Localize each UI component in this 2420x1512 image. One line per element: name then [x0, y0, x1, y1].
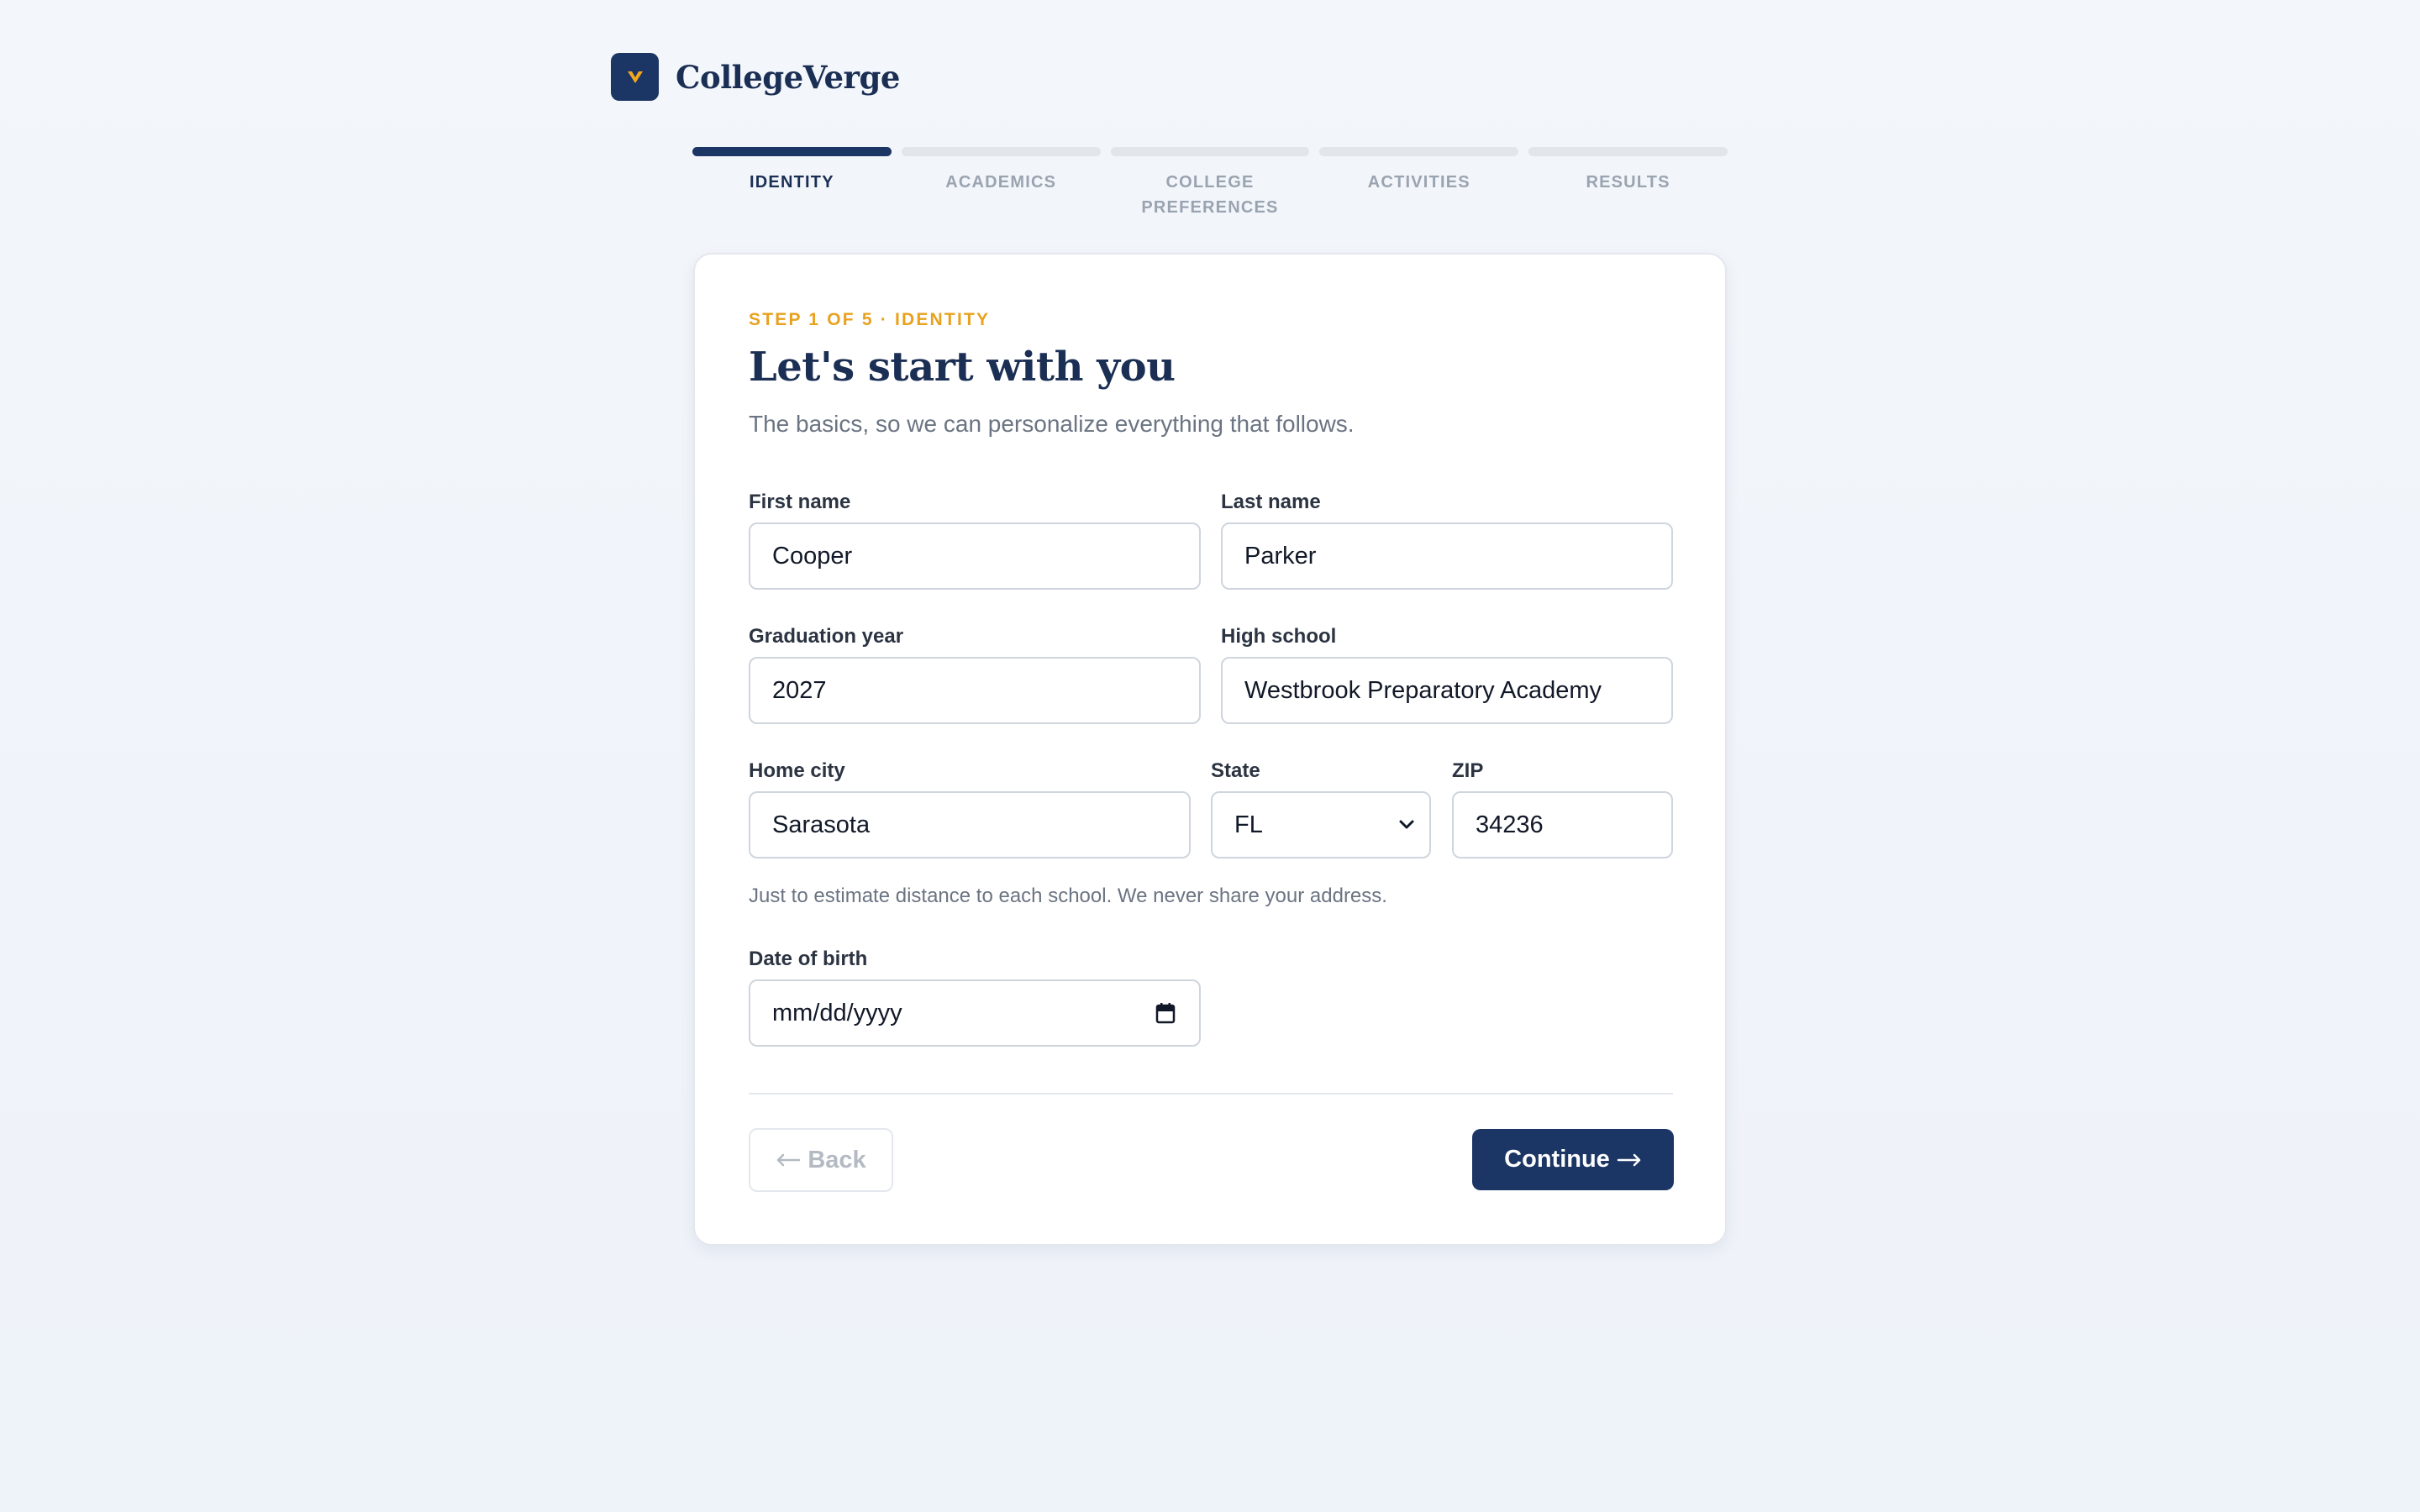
state-label: State [1211, 759, 1260, 782]
high-school-input[interactable]: Westbrook Preparatory Academy [1221, 657, 1673, 724]
page-title: Let's start with you [749, 344, 1176, 391]
first-name-label: First name [749, 491, 851, 513]
last-name-label: Last name [1221, 491, 1321, 513]
form-divider [749, 1093, 1673, 1095]
dob-label: Date of birth [749, 948, 868, 970]
back-button[interactable]: Back [749, 1128, 893, 1192]
home-city-label: Home city [749, 759, 845, 782]
step-progress-bar [1528, 147, 1728, 156]
back-button-label: Back [808, 1146, 866, 1173]
arrow-right-icon [1617, 1153, 1641, 1166]
chevron-down-icon [1399, 820, 1414, 829]
continue-button[interactable]: Continue [1472, 1129, 1674, 1190]
zip-value: 34236 [1476, 811, 1544, 838]
continue-button-label: Continue [1504, 1146, 1610, 1173]
arrow-left-icon [777, 1153, 801, 1167]
step-progress-bar [901, 147, 1101, 156]
dob-input[interactable]: mm/dd/yyyy [749, 979, 1201, 1047]
step-eyebrow: STEP 1 OF 5 · IDENTITY [749, 310, 991, 329]
progress-stepper: IDENTITY ACADEMICS COLLEGE PREFERENCES A… [692, 147, 1728, 220]
page-subtitle: The basics, so we can personalize everyt… [749, 411, 1355, 437]
zip-label: ZIP [1452, 759, 1484, 782]
address-helper-text: Just to estimate distance to each school… [749, 885, 1387, 907]
graduation-year-group: Graduation year 2027 [749, 626, 1201, 724]
home-city-group: Home city Sarasota [749, 760, 1191, 858]
step-college-preferences[interactable]: COLLEGE PREFERENCES [1110, 147, 1310, 220]
calendar-icon[interactable] [1155, 1002, 1176, 1024]
chevron-v-icon [627, 71, 643, 83]
high-school-label: High school [1221, 625, 1337, 648]
home-city-value: Sarasota [772, 811, 871, 838]
step-label: IDENTITY [750, 173, 834, 192]
high-school-value: Westbrook Preparatory Academy [1244, 676, 1602, 704]
last-name-value: Parker [1244, 542, 1317, 570]
graduation-year-label: Graduation year [749, 625, 904, 648]
step-progress-bar [1319, 147, 1519, 156]
step-label: COLLEGE PREFERENCES [1141, 173, 1279, 217]
zip-group: ZIP 34236 [1452, 760, 1673, 858]
step-academics[interactable]: ACADEMICS [901, 147, 1101, 220]
first-name-value: Cooper [772, 542, 853, 570]
step-results[interactable]: RESULTS [1528, 147, 1728, 220]
dob-group: Date of birth mm/dd/yyyy [749, 948, 1201, 1047]
graduation-year-value: 2027 [772, 676, 827, 704]
home-city-input[interactable]: Sarasota [749, 791, 1191, 858]
state-group: State FL [1211, 760, 1431, 858]
first-name-group: First name Cooper [749, 491, 1201, 590]
step-progress-bar [1110, 147, 1310, 156]
step-label: RESULTS [1586, 173, 1670, 192]
brand-name: CollegeVerge [676, 58, 900, 96]
state-value: FL [1234, 811, 1263, 838]
graduation-year-input[interactable]: 2027 [749, 657, 1201, 724]
step-label: ACADEMICS [945, 173, 1057, 192]
step-identity[interactable]: IDENTITY [692, 147, 892, 220]
step-activities[interactable]: ACTIVITIES [1319, 147, 1519, 220]
brand-header: CollegeVerge [611, 53, 900, 101]
zip-input[interactable]: 34236 [1452, 791, 1673, 858]
state-select[interactable]: FL [1211, 791, 1431, 858]
step-progress-bar [692, 147, 892, 156]
first-name-input[interactable]: Cooper [749, 522, 1201, 590]
step-label: ACTIVITIES [1367, 173, 1470, 192]
last-name-group: Last name Parker [1221, 491, 1673, 590]
last-name-input[interactable]: Parker [1221, 522, 1673, 590]
brand-logo[interactable] [611, 53, 659, 101]
dob-placeholder: mm/dd/yyyy [772, 999, 902, 1026]
identity-form-card: STEP 1 OF 5 · IDENTITY Let's start with … [693, 253, 1727, 1246]
high-school-group: High school Westbrook Preparatory Academ… [1221, 626, 1673, 724]
